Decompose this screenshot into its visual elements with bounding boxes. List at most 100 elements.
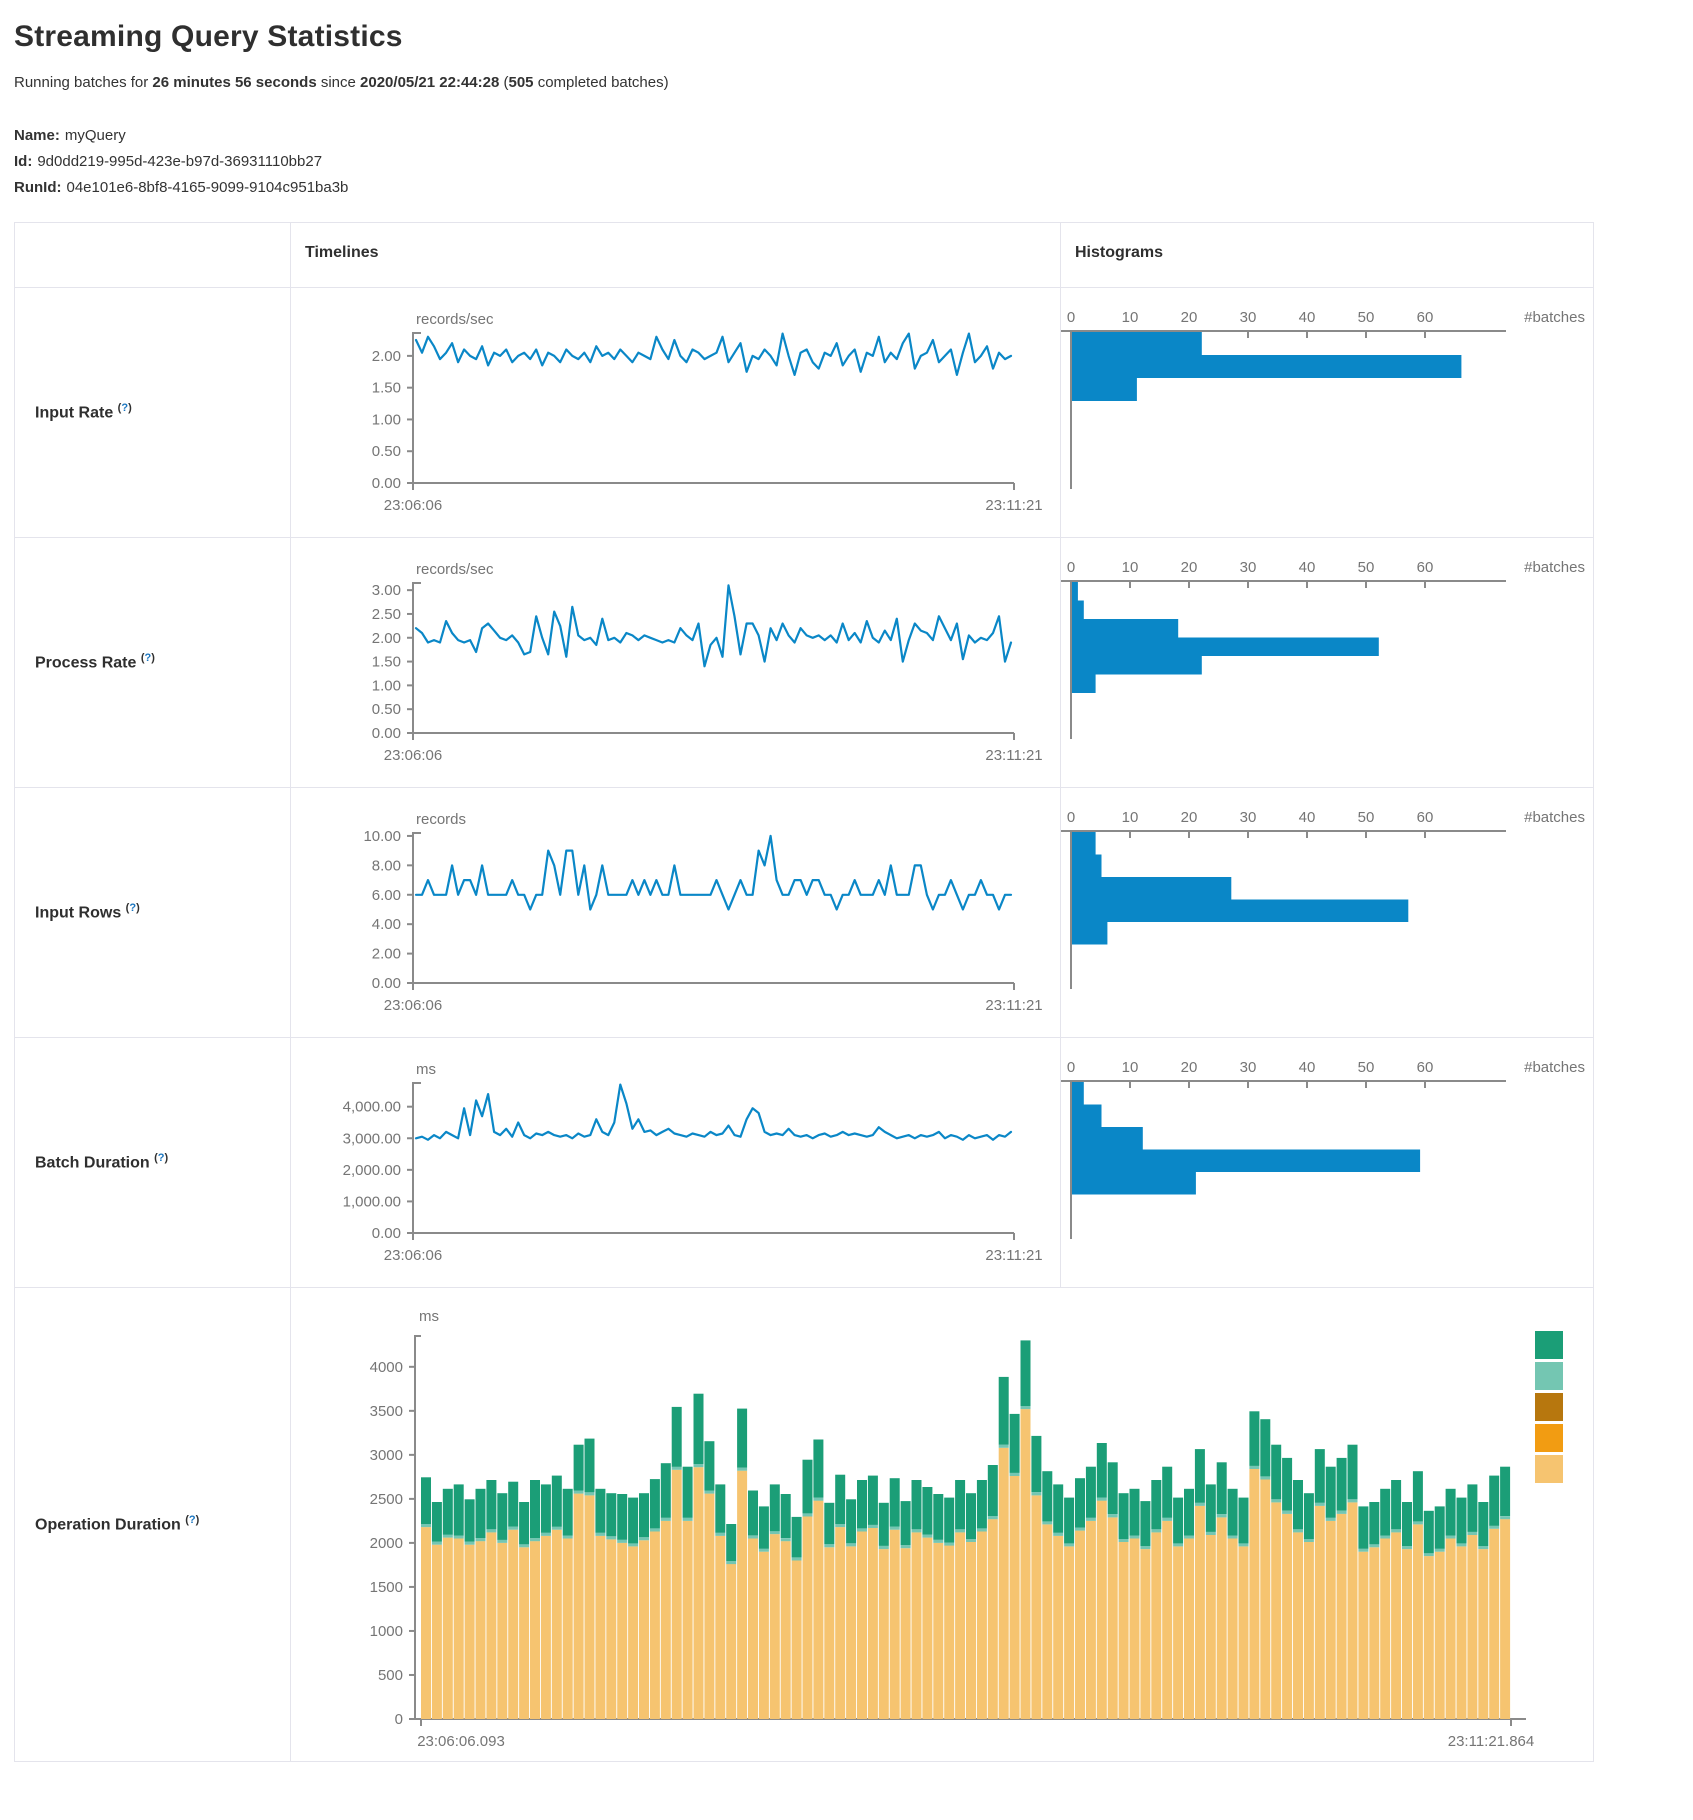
svg-text:records/sec: records/sec bbox=[416, 561, 494, 578]
batch-duration-histogram-cell: 0102030405060#batches bbox=[1061, 1038, 1592, 1287]
operation-duration-label: Operation Duration (?) bbox=[35, 1514, 199, 1534]
process-rate-histogram-chart: 0102030405060#batches bbox=[1061, 538, 1592, 788]
summary-prefix: Running batches for bbox=[14, 74, 152, 91]
svg-text:23:06:06: 23:06:06 bbox=[384, 747, 442, 764]
svg-text:40: 40 bbox=[1299, 1059, 1316, 1076]
svg-text:40: 40 bbox=[1299, 309, 1316, 326]
svg-text:1,000.00: 1,000.00 bbox=[343, 1193, 401, 1210]
input-rate-timeline-cell: records/sec2.001.501.000.500.0023:06:062… bbox=[291, 288, 1061, 537]
svg-text:60: 60 bbox=[1417, 1059, 1434, 1076]
svg-text:10: 10 bbox=[1122, 809, 1139, 826]
svg-text:1000: 1000 bbox=[370, 1623, 403, 1640]
svg-text:#batches: #batches bbox=[1524, 809, 1585, 826]
input-rows-timeline-chart: records10.008.006.004.002.000.0023:06:06… bbox=[291, 788, 1059, 1038]
svg-text:23:11:21: 23:11:21 bbox=[985, 747, 1042, 764]
histograms-column-header: Histograms bbox=[1061, 223, 1592, 287]
batch-duration-help-icon[interactable]: (?) bbox=[154, 1152, 168, 1164]
batch-duration-timeline-chart: ms4,000.003,000.002,000.001,000.000.0023… bbox=[291, 1038, 1059, 1288]
svg-text:20: 20 bbox=[1181, 309, 1198, 326]
input-rate-help-icon[interactable]: (?) bbox=[118, 402, 132, 414]
input-rate-histogram-chart: 0102030405060#batches bbox=[1061, 288, 1592, 538]
svg-text:#batches: #batches bbox=[1524, 559, 1585, 576]
process-rate-help-icon[interactable]: (?) bbox=[141, 652, 155, 664]
svg-text:10: 10 bbox=[1122, 309, 1139, 326]
summary-start-time: 2020/05/21 22:44:28 bbox=[360, 74, 499, 91]
svg-text:2.00: 2.00 bbox=[372, 946, 401, 963]
query-runid-value: 04e101e6-8bf8-4165-9099-9104c951ba3b bbox=[66, 179, 348, 196]
query-id-line: Id: 9d0dd219-995d-423e-b97d-36931110bb27 bbox=[14, 153, 1679, 170]
svg-text:30: 30 bbox=[1240, 1059, 1257, 1076]
svg-text:0: 0 bbox=[1067, 559, 1075, 576]
summary-batch-count: 505 bbox=[509, 74, 534, 91]
svg-text:1.50: 1.50 bbox=[372, 654, 401, 671]
svg-text:0.00: 0.00 bbox=[372, 1225, 401, 1242]
svg-text:40: 40 bbox=[1299, 809, 1316, 826]
query-name-value: myQuery bbox=[65, 127, 126, 144]
svg-text:1.00: 1.00 bbox=[372, 411, 401, 428]
svg-text:30: 30 bbox=[1240, 559, 1257, 576]
legend-swatch-tan bbox=[1535, 1455, 1563, 1483]
table-row-process-rate: Process Rate (?) records/sec3.002.502.00… bbox=[15, 537, 1593, 787]
svg-text:6.00: 6.00 bbox=[372, 887, 401, 904]
summary-duration: 26 minutes 56 seconds bbox=[152, 74, 316, 91]
page: Streaming Query Statistics Running batch… bbox=[0, 0, 1693, 1762]
svg-text:20: 20 bbox=[1181, 809, 1198, 826]
page-title: Streaming Query Statistics bbox=[14, 20, 1679, 54]
svg-text:ms: ms bbox=[419, 1308, 439, 1325]
input-rate-histogram-cell: 0102030405060#batches bbox=[1061, 288, 1592, 537]
batch-duration-histogram-chart: 0102030405060#batches bbox=[1061, 1038, 1592, 1288]
svg-text:20: 20 bbox=[1181, 1059, 1198, 1076]
svg-text:20: 20 bbox=[1181, 559, 1198, 576]
table-row-input-rate: Input Rate (?) records/sec2.001.501.000.… bbox=[15, 287, 1593, 537]
svg-text:0.00: 0.00 bbox=[372, 725, 401, 742]
legend-swatch-teal bbox=[1535, 1331, 1563, 1359]
svg-text:60: 60 bbox=[1417, 559, 1434, 576]
svg-text:#batches: #batches bbox=[1524, 309, 1585, 326]
operation-duration-chart-cell: ms4000350030002500200015001000500023:06:… bbox=[291, 1288, 1592, 1761]
row-label-cell: Batch Duration (?) bbox=[15, 1038, 291, 1287]
process-rate-timeline-chart: records/sec3.002.502.001.501.000.500.002… bbox=[291, 538, 1059, 788]
svg-text:23:06:06: 23:06:06 bbox=[384, 997, 442, 1014]
svg-text:0.50: 0.50 bbox=[372, 701, 401, 718]
query-id-value: 9d0dd219-995d-423e-b97d-36931110bb27 bbox=[37, 153, 322, 170]
svg-text:3000: 3000 bbox=[370, 1447, 403, 1464]
query-name-line: Name:myQuery bbox=[14, 127, 1679, 144]
svg-text:2.00: 2.00 bbox=[372, 630, 401, 647]
svg-text:1.50: 1.50 bbox=[372, 380, 401, 397]
header-empty-cell bbox=[15, 223, 291, 287]
input-rate-timeline-chart: records/sec2.001.501.000.500.0023:06:062… bbox=[291, 288, 1059, 538]
input-rows-help-icon[interactable]: (?) bbox=[126, 902, 140, 914]
svg-text:50: 50 bbox=[1358, 309, 1375, 326]
row-label-cell: Process Rate (?) bbox=[15, 538, 291, 787]
svg-text:0.00: 0.00 bbox=[372, 475, 401, 492]
svg-text:50: 50 bbox=[1358, 559, 1375, 576]
svg-text:1.00: 1.00 bbox=[372, 677, 401, 694]
svg-text:23:06:06: 23:06:06 bbox=[384, 1247, 442, 1264]
svg-text:8.00: 8.00 bbox=[372, 857, 401, 874]
legend-swatch-light-teal bbox=[1535, 1362, 1563, 1390]
table-row-operation-duration: Operation Duration (?) ms400035003000250… bbox=[15, 1287, 1593, 1761]
operation-duration-help-icon[interactable]: (?) bbox=[185, 1514, 199, 1526]
process-rate-timeline-cell: records/sec3.002.502.001.501.000.500.002… bbox=[291, 538, 1061, 787]
input-rows-label: Input Rows (?) bbox=[35, 902, 140, 922]
svg-text:records: records bbox=[416, 811, 466, 828]
input-rate-label: Input Rate (?) bbox=[35, 402, 132, 422]
table-row-batch-duration: Batch Duration (?) ms4,000.003,000.002,0… bbox=[15, 1037, 1593, 1287]
svg-text:#batches: #batches bbox=[1524, 1059, 1585, 1076]
table-header-row: Timelines Histograms bbox=[15, 223, 1593, 287]
svg-text:1500: 1500 bbox=[370, 1579, 403, 1596]
svg-text:0: 0 bbox=[1067, 309, 1075, 326]
svg-text:4,000.00: 4,000.00 bbox=[343, 1099, 401, 1116]
row-label-cell: Operation Duration (?) bbox=[15, 1288, 291, 1761]
svg-text:3.00: 3.00 bbox=[372, 582, 401, 599]
stats-table: Timelines Histograms Input Rate (?) reco… bbox=[14, 222, 1594, 1762]
svg-text:2,000.00: 2,000.00 bbox=[343, 1162, 401, 1179]
svg-text:50: 50 bbox=[1358, 809, 1375, 826]
svg-text:0.50: 0.50 bbox=[372, 443, 401, 460]
svg-text:50: 50 bbox=[1358, 1059, 1375, 1076]
query-id-label: Id: bbox=[14, 153, 32, 170]
query-runid-line: RunId:04e101e6-8bf8-4165-9099-9104c951ba… bbox=[14, 179, 1679, 196]
svg-text:10: 10 bbox=[1122, 559, 1139, 576]
svg-text:4.00: 4.00 bbox=[372, 916, 401, 933]
query-meta: Name:myQuery Id: 9d0dd219-995d-423e-b97d-… bbox=[14, 127, 1679, 196]
